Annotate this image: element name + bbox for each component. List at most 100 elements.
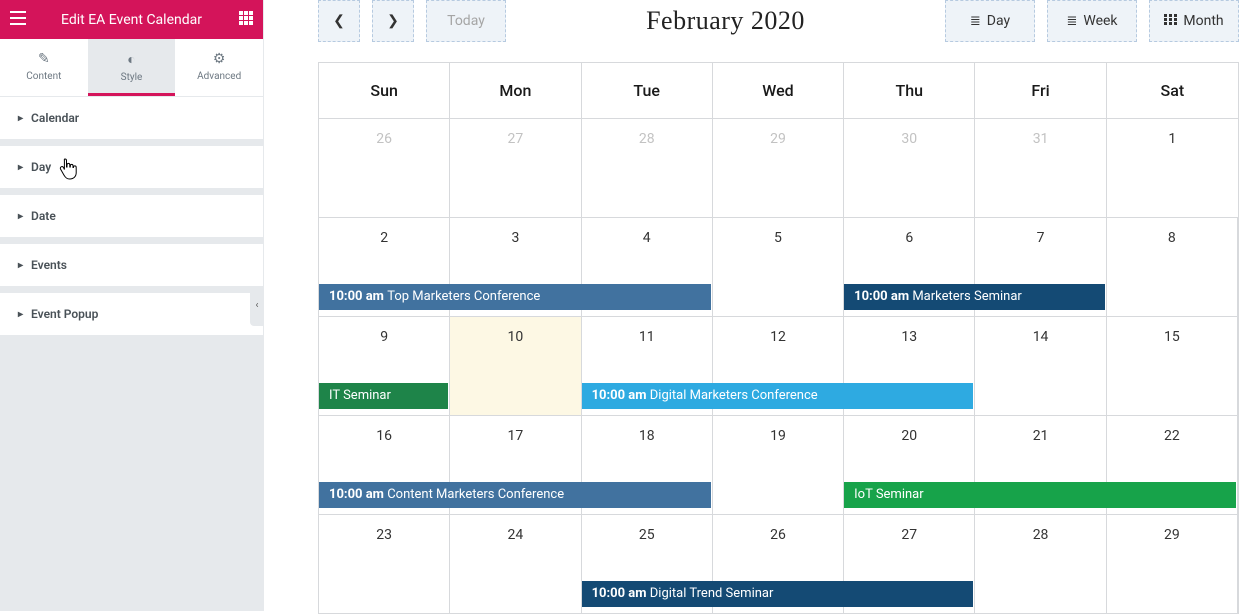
calendar-toolbar: ❮ ❯ Today February 2020 ≣ Day ≣Week Month <box>318 0 1239 42</box>
accordion-label: Date <box>31 209 56 223</box>
day-cell[interactable]: 28 <box>975 515 1106 613</box>
day-number: 20 <box>844 416 974 444</box>
accordion-label: Calendar <box>31 111 79 125</box>
list-icon: ≣ <box>970 14 981 29</box>
next-button[interactable]: ❯ <box>372 0 414 42</box>
day-number: 19 <box>713 416 843 444</box>
day-cell[interactable]: 19 <box>713 416 844 514</box>
day-number: 5 <box>713 218 843 246</box>
event-title: Digital Trend Seminar <box>650 586 774 601</box>
week-row: 2324252627282910:00 am Digital Trend Sem… <box>319 514 1238 613</box>
day-number: 8 <box>1107 218 1237 246</box>
day-number: 13 <box>844 317 974 345</box>
day-number: 28 <box>582 119 712 147</box>
day-cell[interactable]: 31 <box>975 119 1106 217</box>
accordion-date[interactable]: ▸ Date <box>0 195 263 238</box>
caret-right-icon: ▸ <box>18 162 23 173</box>
day-number: 28 <box>975 515 1105 543</box>
event-marketers-seminar[interactable]: 10:00 am Marketers Seminar <box>844 284 1105 310</box>
event-title: Marketers Seminar <box>912 289 1022 304</box>
day-cell[interactable]: 28 <box>582 119 713 217</box>
event-title: Top Marketers Conference <box>387 289 540 304</box>
day-number: 22 <box>1107 416 1237 444</box>
day-number: 1 <box>1107 119 1238 147</box>
day-cell[interactable]: 14 <box>975 317 1106 415</box>
event-title: IT Seminar <box>329 388 391 403</box>
event-title: IoT Seminar <box>854 487 924 502</box>
collapse-sidebar-button[interactable]: ‹ <box>250 286 264 326</box>
day-cell[interactable]: 29 <box>1107 515 1238 613</box>
day-cell[interactable]: 1 <box>1107 119 1238 217</box>
chevron-right-icon: ❯ <box>387 13 399 29</box>
event-title: Content Marketers Conference <box>387 487 564 502</box>
day-cell[interactable]: 5 <box>713 218 844 316</box>
event-top-marketers[interactable]: 10:00 am Top Marketers Conference <box>319 284 711 310</box>
day-number: 26 <box>319 119 449 147</box>
event-digital-trend[interactable]: 10:00 am Digital Trend Seminar <box>582 581 974 607</box>
dayname-cell: Thu <box>844 63 975 118</box>
day-cell[interactable]: 8 <box>1107 218 1238 316</box>
view-label: Week <box>1083 13 1117 29</box>
preview-area: ❮ ❯ Today February 2020 ≣ Day ≣Week Month… <box>264 0 1245 614</box>
tab-label: Advanced <box>197 71 241 82</box>
event-content-marketers[interactable]: 10:00 am Content Marketers Conference <box>319 482 711 508</box>
accordion-events[interactable]: ▸Events <box>0 244 263 287</box>
day-number: 29 <box>1107 515 1237 543</box>
tab-content[interactable]: ✎ Content <box>0 39 88 96</box>
event-title: Digital Marketers Conference <box>650 388 818 403</box>
accordion-day[interactable]: ▸ Day <box>0 146 263 189</box>
grid-icon <box>1164 14 1177 29</box>
event-iot-seminar[interactable]: IoT Seminar <box>844 482 1236 508</box>
day-cell[interactable]: 15 <box>1107 317 1238 415</box>
day-number: 2 <box>319 218 449 246</box>
day-number: 26 <box>713 515 843 543</box>
day-view-button[interactable]: ≣ Day <box>945 0 1035 42</box>
day-number: 7 <box>975 218 1105 246</box>
day-cell[interactable]: 26 <box>319 119 450 217</box>
week-view-button[interactable]: ≣Week <box>1047 0 1137 42</box>
day-number: 18 <box>582 416 712 444</box>
day-number: 31 <box>975 119 1105 147</box>
pencil-icon: ✎ <box>0 51 88 67</box>
view-label: Day <box>987 13 1010 29</box>
tab-style[interactable]: ◐ Style <box>88 39 176 96</box>
event-digital-marketers[interactable]: 10:00 am Digital Marketers Conference <box>582 383 974 409</box>
day-number: 29 <box>713 119 843 147</box>
prev-button[interactable]: ❮ <box>318 0 360 42</box>
sidebar-title: Edit EA Event Calendar <box>61 12 202 28</box>
day-cell[interactable]: 30 <box>844 119 975 217</box>
day-cell[interactable]: 29 <box>713 119 844 217</box>
accordion-event-popup[interactable]: ▸ Event Popup <box>0 293 263 336</box>
caret-right-icon: ▸ <box>18 211 23 222</box>
apps-icon[interactable] <box>239 11 253 29</box>
event-time: 10:00 am <box>854 289 912 304</box>
today-label: Today <box>447 13 485 29</box>
day-number: 4 <box>582 218 712 246</box>
sidebar-header: Edit EA Event Calendar <box>0 0 263 39</box>
event-time: 10:00 am <box>592 586 650 601</box>
menu-icon[interactable] <box>10 11 26 29</box>
weeks-grid: 2627282930311234567810:00 am Top Markete… <box>319 118 1238 613</box>
editor-sidebar: Edit EA Event Calendar ✎ Content ◐ Style… <box>0 0 264 611</box>
event-time: 10:00 am <box>329 289 387 304</box>
day-cell[interactable]: 10 <box>450 317 581 415</box>
day-cell[interactable]: 24 <box>450 515 581 613</box>
accordion-calendar[interactable]: ▸Calendar <box>0 97 263 140</box>
day-number: 11 <box>582 317 712 345</box>
calendar-title: February 2020 <box>518 6 933 36</box>
accordion-label: Day <box>31 160 51 174</box>
dayname-cell: Sat <box>1107 63 1238 118</box>
tab-advanced[interactable]: ⚙ Advanced <box>175 39 263 96</box>
accordion-label: Event Popup <box>31 307 98 321</box>
tab-label: Content <box>26 71 61 82</box>
caret-right-icon: ▸ <box>18 309 23 320</box>
month-view-button[interactable]: Month <box>1149 0 1239 42</box>
day-number: 30 <box>844 119 974 147</box>
today-button[interactable]: Today <box>426 0 506 42</box>
day-number: 9 <box>319 317 449 345</box>
day-cell[interactable]: 23 <box>319 515 450 613</box>
day-number: 6 <box>844 218 974 246</box>
day-cell[interactable]: 27 <box>450 119 581 217</box>
event-it-seminar[interactable]: IT Seminar <box>319 383 448 409</box>
week-row: 234567810:00 am Top Marketers Conference… <box>319 217 1238 316</box>
